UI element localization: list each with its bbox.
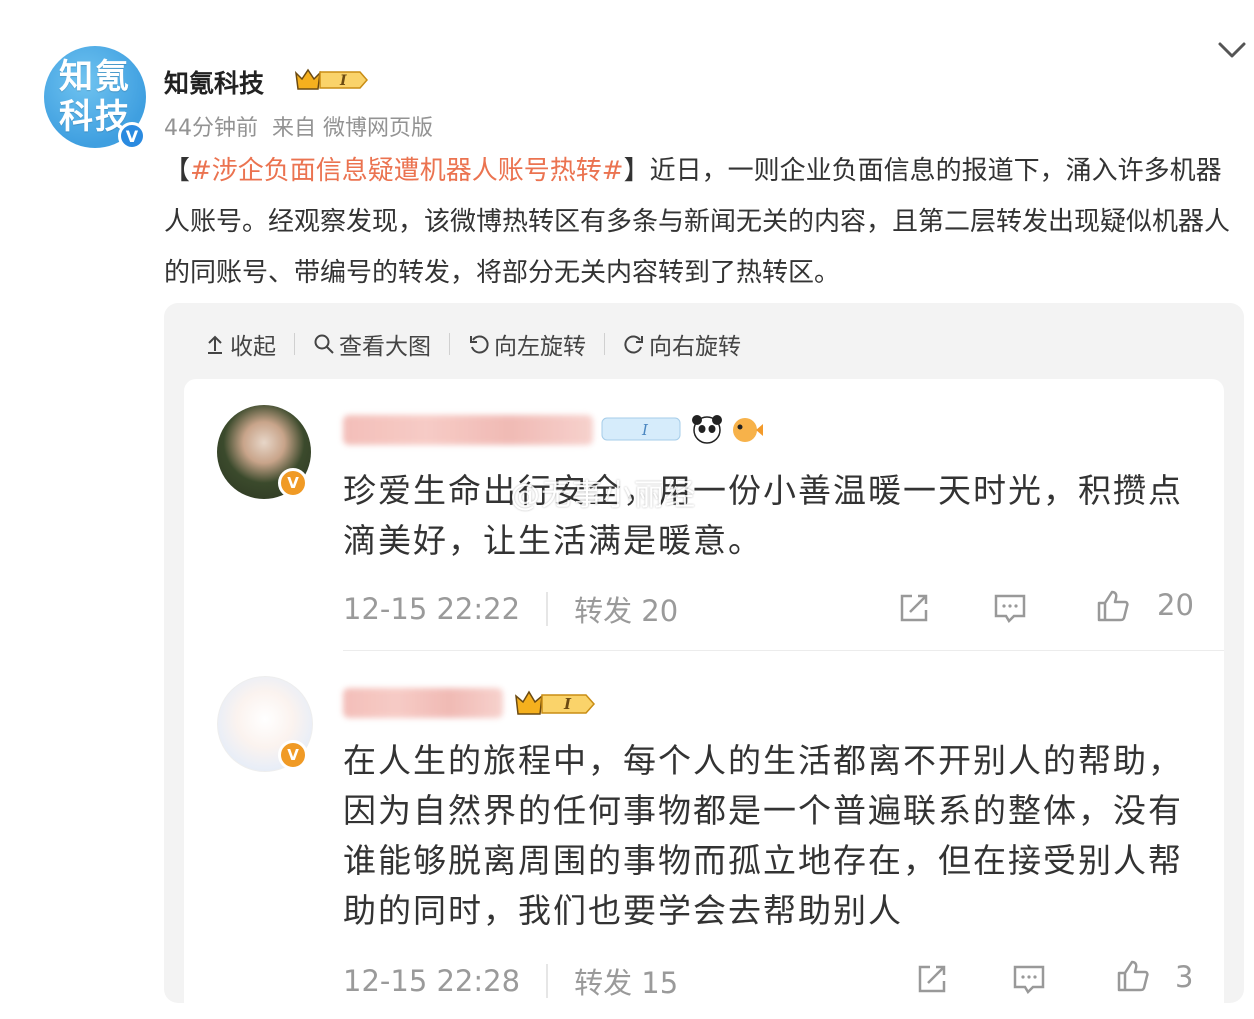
comment-icon	[1013, 965, 1045, 995]
level-badge-icon: I	[601, 417, 681, 441]
pufferfish-icon	[733, 418, 763, 442]
toolbar-divider	[294, 333, 295, 355]
level-badge-text: I	[641, 421, 649, 439]
level-badge-text: I	[339, 73, 347, 89]
repost-count: 转发 20	[574, 594, 679, 628]
post-time[interactable]: 44分钟前	[164, 116, 258, 141]
comment-time: 12-15 22:22	[343, 592, 521, 626]
orange-verified-icon: V	[278, 740, 308, 770]
comment-time: 12-15 22:28	[343, 964, 521, 998]
level-crown-badge-icon: I	[294, 68, 368, 90]
comment-divider	[343, 650, 1224, 651]
view-large-button[interactable]: 查看大图	[313, 327, 431, 361]
image-toolbar: 收起 查看大图 向左旋转 向右旋转	[204, 326, 741, 362]
repost-count: 转发 15	[574, 966, 679, 1000]
post-source: 来自 微博网页版	[272, 116, 433, 141]
verified-badge-icon: V	[118, 122, 146, 150]
panda-icon	[692, 415, 722, 444]
post-text: 【#涉企负面信息疑遭机器人账号热转#】近日，一则企业负面信息的报道下，涌入许多机…	[164, 146, 1246, 299]
collapse-button[interactable]: 收起	[204, 327, 276, 361]
view-large-label: 查看大图	[339, 334, 431, 360]
share-icon	[900, 594, 928, 622]
like-icon	[1117, 960, 1149, 992]
bracket-open: 【	[164, 156, 191, 186]
comment-text: 珍爱生命出行安全，用一份小善温暖一天时光，积攒点滴美好，让生活满是暖意。	[343, 471, 1183, 560]
footer-divider	[546, 592, 549, 626]
post-meta: 44分钟前 来自 微博网页版	[164, 110, 447, 142]
comment-text: 在人生的旅程中，每个人的生活都离不开别人的帮助，因为自然界的任何事物都是一个普遍…	[343, 741, 1183, 930]
rotate-left-label: 向左旋转	[494, 334, 586, 360]
toolbar-divider	[604, 333, 605, 355]
chevron-down-icon[interactable]	[1216, 38, 1248, 62]
collapse-label: 收起	[230, 334, 276, 360]
comment-footer: 12-15 22:28 转发 15	[343, 960, 678, 1002]
like-count: 3	[1175, 960, 1194, 994]
like-count: 20	[1157, 588, 1194, 622]
rotate-left-icon	[470, 335, 489, 354]
avatar-text-top: 知氪	[59, 57, 131, 97]
comment-footer: 12-15 22:22 转发 20	[343, 588, 678, 630]
rotate-right-button[interactable]: 向右旋转	[623, 327, 741, 361]
share-icon	[918, 965, 946, 993]
author-name[interactable]: 知氪科技	[164, 64, 264, 100]
search-icon	[314, 334, 334, 354]
like-icon	[1097, 590, 1129, 622]
rotate-left-button[interactable]: 向左旋转	[468, 327, 586, 361]
rotate-right-label: 向右旋转	[649, 334, 741, 360]
toolbar-divider	[449, 333, 450, 355]
blurred-username	[343, 688, 503, 718]
footer-divider	[546, 964, 549, 998]
comment-icon	[994, 594, 1026, 624]
image-watermark: @无事小丽经	[510, 478, 696, 513]
level-badge-text: I	[563, 695, 572, 713]
orange-verified-icon: V	[278, 468, 308, 498]
collapse-icon	[208, 335, 222, 354]
level-crown-badge-icon: I	[515, 690, 596, 715]
hashtag-link[interactable]: #涉企负面信息疑遭机器人账号热转#	[190, 156, 624, 186]
rotate-right-icon	[624, 335, 643, 354]
blurred-username	[343, 415, 593, 445]
